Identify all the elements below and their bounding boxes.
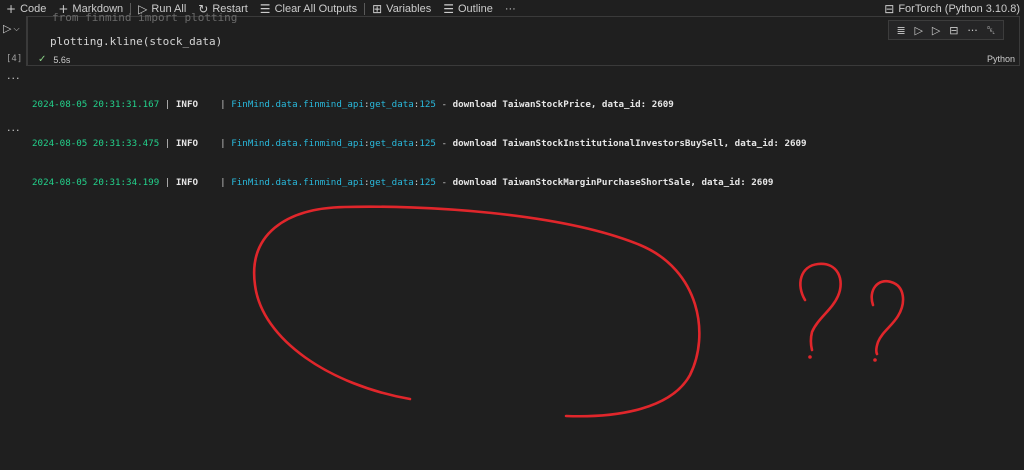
annotation-question-mark	[799, 262, 842, 352]
annotation-question-dot	[808, 355, 812, 359]
annotation-question-mark	[870, 279, 905, 356]
annotation-question-dot	[873, 358, 877, 362]
annotation-circle	[252, 205, 701, 418]
annotation-overlay	[252, 205, 905, 418]
